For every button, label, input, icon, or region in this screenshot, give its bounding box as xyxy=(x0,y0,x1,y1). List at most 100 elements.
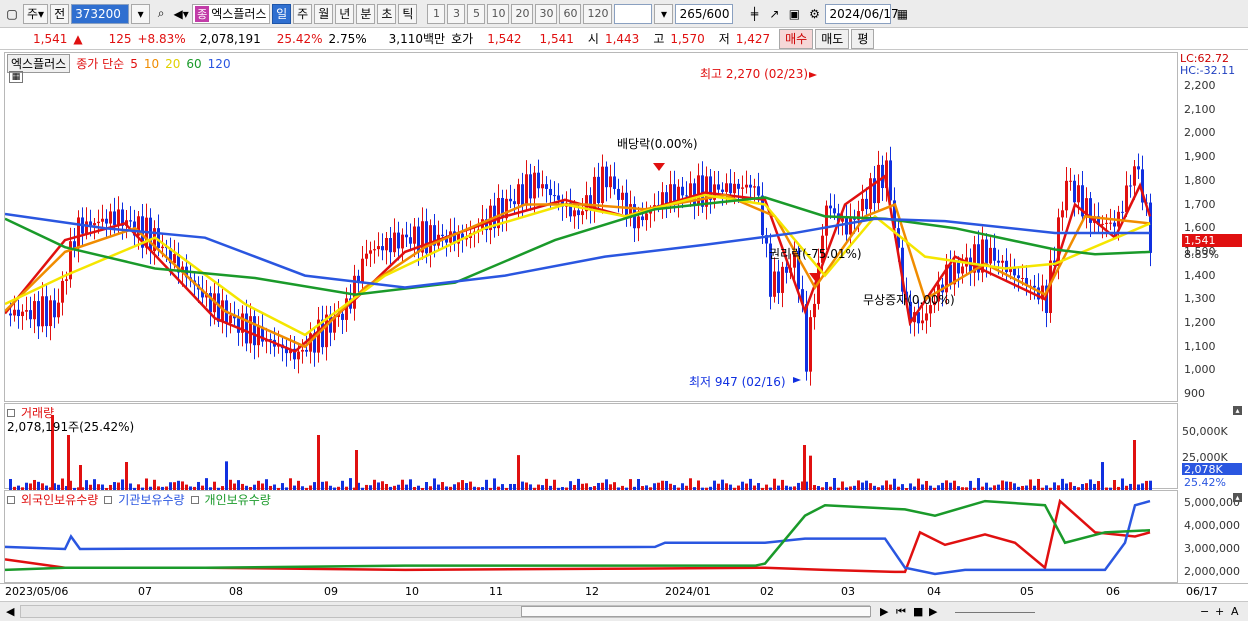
volume-current-pct: 25.42% xyxy=(1184,476,1226,489)
candle-body xyxy=(413,226,416,244)
market-select[interactable]: 주 ▾ xyxy=(23,3,49,24)
x-axis: 2023/05/06 07 08 09 10 11 12 2024/01 02 … xyxy=(0,583,1248,600)
calculator-icon[interactable]: ▦ xyxy=(9,71,23,83)
price-pane[interactable]: 엑스플러스 종가 단순 5 10 20 60 120 ▦ 최저 947 (02/… xyxy=(4,52,1178,402)
period-month[interactable]: 월 xyxy=(314,3,334,24)
scroll-right-icon[interactable]: ▶ xyxy=(880,605,888,618)
candle-body xyxy=(1121,211,1124,213)
type-select[interactable]: 전 xyxy=(50,3,70,24)
candle-body xyxy=(25,310,28,312)
eval-button[interactable]: 평 xyxy=(851,28,875,49)
period-week[interactable]: 주 xyxy=(293,3,313,24)
x-tick-11: 05 xyxy=(1020,585,1034,598)
interval-dropdown-icon[interactable]: ▾ xyxy=(654,3,674,24)
volume-bar xyxy=(409,479,412,490)
rewind-icon[interactable]: ⏮ xyxy=(896,605,906,619)
x-tick-0: 2023/05/06 xyxy=(5,585,69,598)
stock-name-field[interactable]: 종 엑스플러스 xyxy=(192,3,271,24)
period-minute[interactable]: 분 xyxy=(356,3,376,24)
x-tick-1: 07 xyxy=(138,585,152,598)
volume-bar xyxy=(949,482,952,490)
price-tick: 1,400 xyxy=(1184,268,1216,282)
volume-bar xyxy=(841,481,844,490)
quote-low: 1,427 xyxy=(735,31,771,46)
volume-bar xyxy=(1061,478,1064,490)
candle-body xyxy=(1105,222,1108,224)
volume-bar xyxy=(281,483,284,490)
chart-type-icon[interactable]: ╪ xyxy=(745,4,763,24)
date-input[interactable]: 2024/06/17 xyxy=(825,3,899,24)
scroll-left-icon[interactable]: ◀ xyxy=(6,605,14,618)
volume-bar xyxy=(1145,480,1148,490)
count-input[interactable]: 265/600 xyxy=(675,3,734,24)
volume-bar xyxy=(741,481,744,490)
candle-body xyxy=(549,188,552,196)
volume-bar xyxy=(521,481,524,490)
interval-1[interactable]: 1 xyxy=(427,3,446,24)
window-icon[interactable]: ▢ xyxy=(3,4,21,24)
candle-body xyxy=(1149,202,1152,253)
period-tick[interactable]: 틱 xyxy=(398,3,418,24)
zoom-in-icon[interactable]: + xyxy=(1215,605,1224,618)
candle-body xyxy=(13,309,16,316)
stock-badge: 종 xyxy=(195,5,210,22)
zoom-slider[interactable] xyxy=(955,605,1035,613)
save-icon[interactable]: ▣ xyxy=(785,4,803,24)
interval-10[interactable]: 10 xyxy=(487,3,510,24)
volume-bar xyxy=(969,480,972,490)
price-tick: 900 xyxy=(1184,387,1205,401)
zoom-out-icon[interactable]: − xyxy=(1200,605,1209,618)
search-icon[interactable]: ⌕ xyxy=(152,4,170,24)
interval-custom-input[interactable] xyxy=(614,3,653,24)
volume-bar xyxy=(33,479,36,490)
interval-3[interactable]: 3 xyxy=(447,3,466,24)
quote-price: 1,541 xyxy=(33,31,68,46)
candle-body xyxy=(669,184,672,205)
font-size-icon[interactable]: A xyxy=(1231,605,1239,618)
foreign-chip-icon xyxy=(7,495,15,504)
price-tick: 1,200 xyxy=(1184,316,1216,329)
draw-tool-icon[interactable]: ↗ xyxy=(765,4,783,24)
interval-60[interactable]: 60 xyxy=(559,3,582,24)
quote-turnover: 2.75% xyxy=(328,31,367,46)
holding-collapse-icon[interactable]: ▴ xyxy=(1233,493,1242,502)
code-dropdown-icon[interactable]: ▾ xyxy=(131,3,151,24)
interval-120[interactable]: 120 xyxy=(583,3,613,24)
period-second[interactable]: 초 xyxy=(377,3,397,24)
sell-button[interactable]: 매도 xyxy=(815,28,850,49)
candle-body xyxy=(701,175,704,207)
interval-5[interactable]: 5 xyxy=(467,3,486,24)
volume-spike-bar xyxy=(355,450,358,490)
period-day[interactable]: 일 xyxy=(272,3,292,24)
candle-body xyxy=(33,301,36,320)
volume-bar xyxy=(857,480,860,490)
volume-pane[interactable]: 거래량 2,078,191주(25.42%) xyxy=(4,403,1178,490)
buy-button[interactable]: 매수 xyxy=(779,28,814,49)
interval-30[interactable]: 30 xyxy=(535,3,558,24)
candle-body xyxy=(37,301,40,327)
interval-20[interactable]: 20 xyxy=(511,3,534,24)
code-input[interactable]: 373200 xyxy=(71,3,130,24)
volume-bar xyxy=(37,481,40,490)
volume-bar xyxy=(461,480,464,490)
candle-body xyxy=(1005,260,1008,273)
period-year[interactable]: 년 xyxy=(335,3,355,24)
quote-volume-pct: 25.42% xyxy=(276,31,323,46)
volume-collapse-icon[interactable]: ▴ xyxy=(1233,406,1242,415)
candle-body xyxy=(401,234,404,249)
stop-icon[interactable]: ■ xyxy=(913,605,923,618)
holding-pane[interactable]: 외국인보유수량 기관보유수량 개인보유수량 xyxy=(4,490,1178,583)
candle-body xyxy=(997,260,1000,263)
volume-bar xyxy=(313,482,316,490)
volume-bar xyxy=(113,482,116,490)
scroll-thumb[interactable] xyxy=(521,606,871,617)
gear-icon[interactable]: ⚙ xyxy=(805,4,823,24)
volume-bar xyxy=(1005,481,1008,490)
volume-bar xyxy=(297,480,300,490)
calendar-icon[interactable]: ▦ xyxy=(893,4,911,24)
speaker-icon[interactable]: ◀▾ xyxy=(172,4,190,24)
volume-value: 2,078,191주(25.42%) xyxy=(7,420,135,434)
scroll-track[interactable] xyxy=(20,605,871,618)
play-icon[interactable]: ▶ xyxy=(929,605,937,618)
volume-bar xyxy=(713,480,716,490)
